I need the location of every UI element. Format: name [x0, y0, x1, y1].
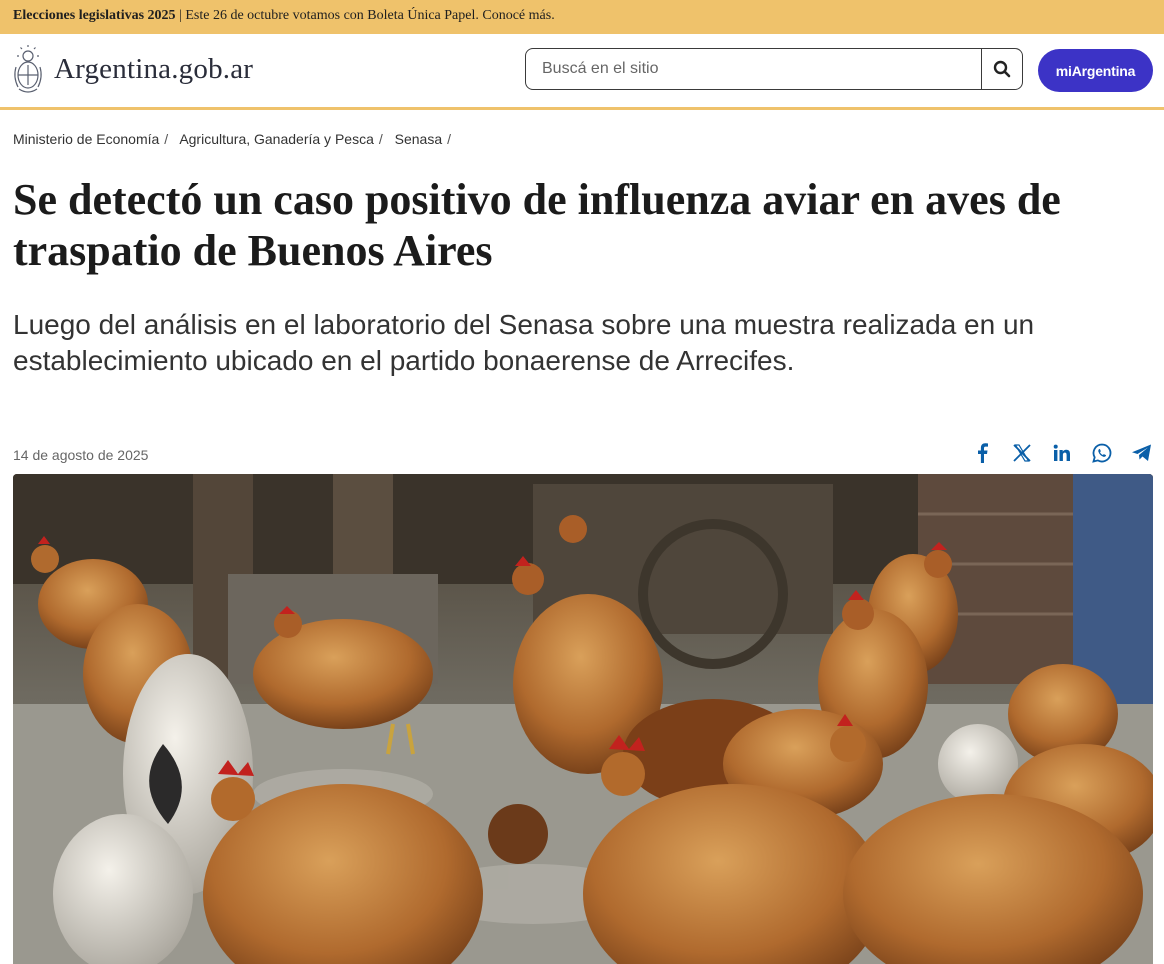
- site-name[interactable]: Argentina.gob.ar: [54, 53, 253, 86]
- search-box: [525, 48, 1023, 90]
- site-header: Argentina.gob.ar miArgentina: [0, 34, 1164, 110]
- article-lead: Luego del análisis en el laboratorio del…: [13, 309, 1035, 376]
- facebook-icon[interactable]: [970, 441, 994, 465]
- article-date: 14 de agosto de 2025: [13, 447, 149, 463]
- share-bar: [970, 441, 1154, 465]
- article-title: Se detectó un caso positivo de influenza…: [13, 175, 1061, 275]
- search-button[interactable]: [981, 49, 1022, 89]
- breadcrumb-item-senasa[interactable]: Senasa: [395, 131, 442, 147]
- whatsapp-icon[interactable]: [1090, 441, 1114, 465]
- banner-bold-text: Elecciones legislativas 2025: [13, 8, 176, 23]
- x-icon[interactable]: [1010, 441, 1034, 465]
- telegram-icon[interactable]: [1130, 441, 1154, 465]
- election-banner[interactable]: Elecciones legislativas 2025 | Este 26 d…: [0, 0, 1164, 34]
- article-hero-image: [13, 474, 1153, 964]
- search-icon: [993, 60, 1011, 78]
- breadcrumb: Ministerio de Economía / Agricultura, Gan…: [13, 131, 452, 147]
- miargentina-button[interactable]: miArgentina: [1038, 49, 1153, 92]
- linkedin-icon[interactable]: [1050, 441, 1074, 465]
- breadcrumb-item-ministerio[interactable]: Ministerio de Economía: [13, 131, 159, 147]
- banner-text[interactable]: Elecciones legislativas 2025 | Este 26 d…: [13, 8, 555, 24]
- search-input[interactable]: [526, 49, 982, 89]
- breadcrumb-item-agricultura[interactable]: Agricultura, Ganadería y Pesca: [179, 131, 374, 147]
- coat-of-arms-icon[interactable]: [10, 43, 46, 97]
- banner-message: | Este 26 de octubre votamos con Boleta …: [179, 8, 555, 23]
